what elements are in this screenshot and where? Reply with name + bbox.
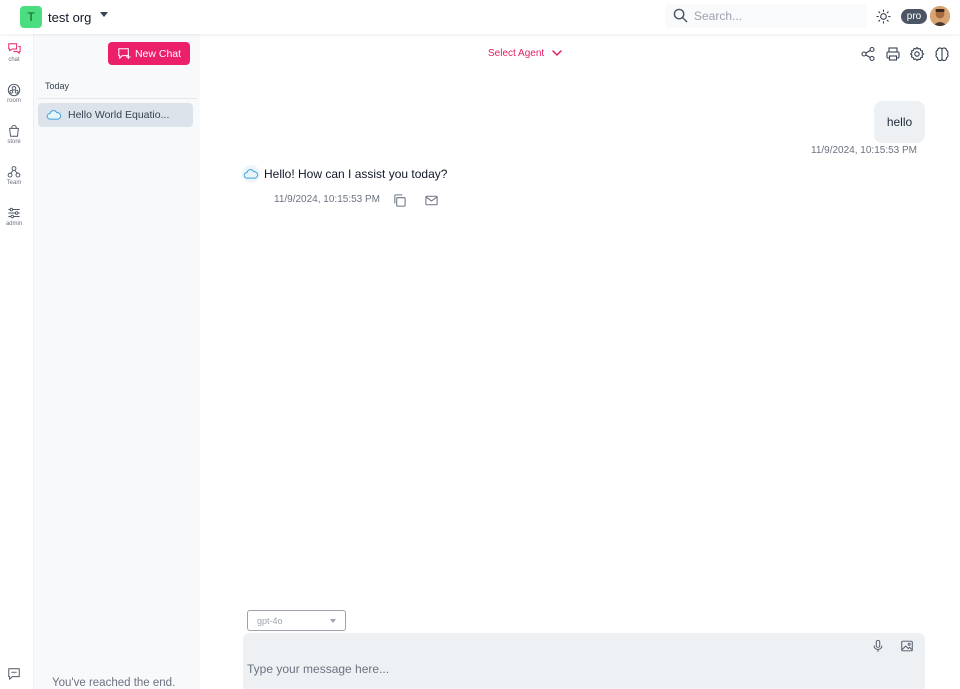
email-icon[interactable] xyxy=(424,193,439,208)
chevron-down-icon xyxy=(330,619,336,623)
cloud-agent-icon xyxy=(243,168,259,179)
chat-history-title: Hello World Equatio... xyxy=(68,109,170,121)
new-chat-label: New Chat xyxy=(134,47,182,60)
chat-history-item[interactable]: Hello World Equatio... xyxy=(38,103,193,127)
model-select[interactable]: gpt-4o xyxy=(247,610,346,631)
settings-gear-icon[interactable] xyxy=(909,46,925,62)
cloud-agent-icon xyxy=(46,109,62,120)
nav-label: store xyxy=(7,139,21,145)
assistant-message-text: Hello! How can I assist you today? xyxy=(264,167,448,181)
divider xyxy=(38,98,197,99)
model-select-value: gpt-4o xyxy=(257,615,283,626)
new-chat-icon xyxy=(118,48,131,60)
user-message-bubble: hello xyxy=(874,101,925,143)
feedback-message-icon[interactable] xyxy=(7,667,21,681)
org-dropdown-caret-icon[interactable] xyxy=(100,12,108,17)
nav-room[interactable]: room xyxy=(0,83,28,117)
nav-admin[interactable]: admin xyxy=(0,206,28,240)
nav-team[interactable]: Team xyxy=(0,165,28,199)
print-icon[interactable] xyxy=(885,46,901,62)
nav-chat[interactable]: chat xyxy=(0,42,28,76)
user-message-timestamp: 11/9/2024, 10:15:53 PM xyxy=(811,145,918,156)
nav-store[interactable]: store xyxy=(0,124,28,158)
search-box[interactable] xyxy=(665,4,867,28)
end-of-list-text: You've reached the end. xyxy=(52,677,176,689)
nav-label: admin xyxy=(5,221,23,227)
org-avatar[interactable]: T xyxy=(20,6,42,28)
theme-toggle-sun-icon[interactable] xyxy=(876,9,891,24)
section-heading-today: Today xyxy=(45,81,70,91)
new-chat-button[interactable]: New Chat xyxy=(108,42,190,65)
nav-label: chat xyxy=(8,57,20,63)
copy-icon[interactable] xyxy=(392,193,407,208)
admin-sliders-icon xyxy=(8,207,20,219)
select-agent-dropdown[interactable]: Select Agent xyxy=(488,48,562,59)
message-input[interactable] xyxy=(247,662,847,682)
brain-icon[interactable] xyxy=(934,46,950,62)
chevron-down-icon xyxy=(552,50,562,57)
user-avatar[interactable] xyxy=(930,6,950,26)
chat-icon xyxy=(8,43,21,54)
select-agent-label: Select Agent xyxy=(488,48,545,59)
org-name[interactable]: test org xyxy=(48,10,91,25)
plan-badge: pro xyxy=(901,9,927,24)
share-icon[interactable] xyxy=(860,46,876,62)
store-bag-icon xyxy=(9,124,19,137)
top-bar: T test org pro xyxy=(0,0,960,34)
chat-history-sidebar: New Chat Today Hello World Equatio... Yo… xyxy=(34,34,200,689)
left-nav-rail: chat room store Team admin xyxy=(0,34,34,689)
nav-label: Team xyxy=(6,180,22,186)
room-icon xyxy=(7,83,21,97)
assistant-avatar xyxy=(242,165,260,183)
search-input[interactable] xyxy=(694,7,859,25)
chat-main: Select Agent hello 11/9/2024, 10:15:53 P… xyxy=(200,34,960,689)
nav-label: room xyxy=(7,98,21,104)
team-icon xyxy=(7,166,21,178)
image-upload-icon[interactable] xyxy=(900,639,914,653)
microphone-icon[interactable] xyxy=(871,639,885,653)
assistant-message-timestamp: 11/9/2024, 10:15:53 PM xyxy=(274,194,381,205)
search-icon xyxy=(673,8,688,23)
message-composer xyxy=(243,633,925,689)
